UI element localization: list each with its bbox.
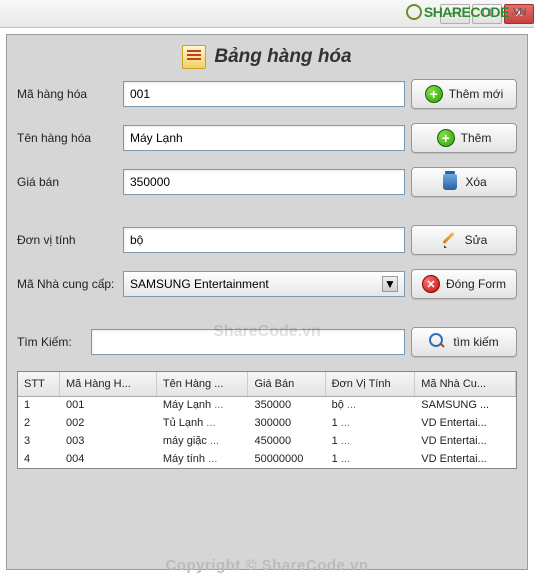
table-cell: 003 (59, 432, 156, 450)
header: Bảng hàng hóa (17, 41, 517, 79)
edit-icon (441, 231, 459, 249)
them-moi-button[interactable]: Thêm mới (411, 79, 517, 109)
data-table: STTMã Hàng H...Tên Hàng ...Giá BánĐơn Vị… (17, 371, 517, 469)
table-cell: 002 (59, 414, 156, 432)
add-icon (425, 85, 443, 103)
label-don-vi: Đơn vị tính (17, 233, 117, 247)
table-cell: VD Entertai... (415, 414, 516, 432)
label-ma-hang: Mã hàng hóa (17, 87, 117, 101)
table-row[interactable]: 4004Máy tính ...500000001 ...VD Entertai… (18, 450, 516, 468)
column-header[interactable]: Đơn Vị Tính (325, 372, 415, 396)
input-gia-ban[interactable] (123, 169, 405, 195)
dong-form-button[interactable]: Đóng Form (411, 269, 517, 299)
table-cell: máy giặc ... (156, 432, 248, 450)
watermark-bottom: Copyright © ShareCode.vn (0, 557, 534, 574)
table-cell: 1 ... (325, 432, 415, 450)
table-cell: 350000 (248, 396, 325, 414)
table-cell: 1 ... (325, 414, 415, 432)
column-header[interactable]: Mã Hàng H... (59, 372, 156, 396)
close-icon (422, 275, 440, 293)
table-cell: VD Entertai... (415, 432, 516, 450)
input-ten-hang[interactable] (123, 125, 405, 151)
watermark-logo: SHARECODE.VN (406, 4, 526, 20)
input-ma-hang[interactable] (123, 81, 405, 107)
window-body: Bảng hàng hóa Mã hàng hóa Thêm mới Tên h… (6, 34, 528, 570)
sua-button[interactable]: Sửa (411, 225, 517, 255)
table-cell: 2 (18, 414, 59, 432)
column-header[interactable]: STT (18, 372, 59, 396)
notepad-icon (182, 45, 206, 69)
table-cell: 004 (59, 450, 156, 468)
table-cell: 1 ... (325, 450, 415, 468)
select-value: SAMSUNG Entertainment (130, 277, 269, 291)
table-cell: 4 (18, 450, 59, 468)
table-row[interactable]: 2002Tủ Lạnh ...3000001 ...VD Entertai... (18, 414, 516, 432)
recycle-icon (406, 4, 422, 20)
table-cell: bộ ... (325, 396, 415, 414)
page-title: Bảng hàng hóa (214, 46, 351, 68)
table-cell: Tủ Lạnh ... (156, 414, 248, 432)
table-cell: 3 (18, 432, 59, 450)
table-cell: SAMSUNG ... (415, 396, 516, 414)
column-header[interactable]: Tên Hàng ... (156, 372, 248, 396)
table-cell: 300000 (248, 414, 325, 432)
table-row[interactable]: 3003máy giặc ...4500001 ...VD Entertai..… (18, 432, 516, 450)
xoa-button[interactable]: Xóa (411, 167, 517, 197)
table-row[interactable]: 1001Máy Lạnh ...350000bộ ...SAMSUNG ... (18, 396, 516, 414)
table-cell: Máy Lạnh ... (156, 396, 248, 414)
chevron-down-icon: ▼ (382, 276, 398, 292)
input-don-vi[interactable] (123, 227, 405, 253)
table-cell: 1 (18, 396, 59, 414)
input-tim-kiem[interactable] (91, 329, 405, 355)
column-header[interactable]: Giá Bán (248, 372, 325, 396)
label-ten-hang: Tên hàng hóa (17, 131, 117, 145)
them-button[interactable]: Thêm (411, 123, 517, 153)
label-gia-ban: Giá bán (17, 175, 117, 189)
trash-icon (441, 173, 459, 191)
table-cell: Máy tính ... (156, 450, 248, 468)
add-icon (437, 129, 455, 147)
label-tim-kiem: Tìm Kiếm: (17, 335, 85, 349)
select-ma-ncc[interactable]: SAMSUNG Entertainment ▼ (123, 271, 405, 297)
tim-kiem-button[interactable]: tìm kiếm (411, 327, 517, 357)
table-cell: 450000 (248, 432, 325, 450)
table-cell: 50000000 (248, 450, 325, 468)
search-icon (429, 333, 447, 351)
table-cell: VD Entertai... (415, 450, 516, 468)
table-cell: 001 (59, 396, 156, 414)
label-ma-ncc: Mã Nhà cung cấp: (17, 277, 117, 291)
column-header[interactable]: Mã Nhà Cu... (415, 372, 516, 396)
